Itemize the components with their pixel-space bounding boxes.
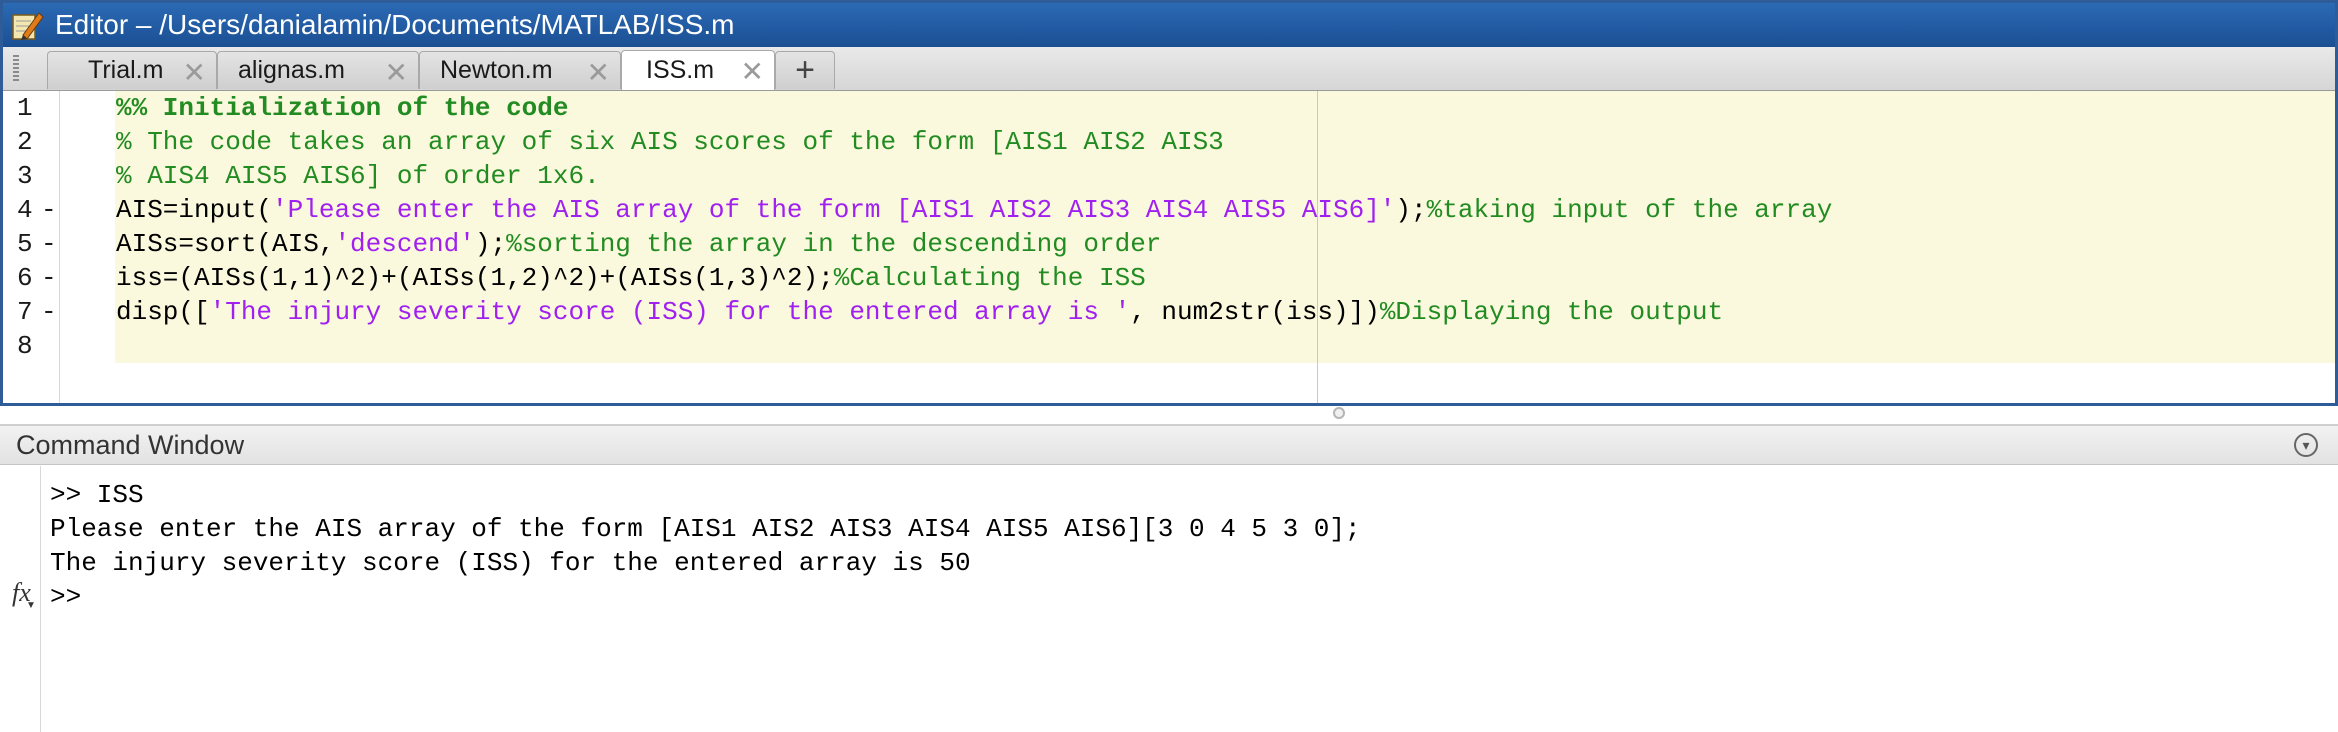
- tab-label: Newton.m: [440, 56, 553, 84]
- code-line[interactable]: 1 %% Initialization of the code: [3, 91, 2333, 125]
- close-icon[interactable]: ✕: [587, 56, 610, 89]
- editor-tab-bar: Trial.m ✕ alignas.m ✕ Newton.m ✕ ISS.m ✕…: [3, 47, 2335, 91]
- code-text: AIS=input('Please enter the AIS array of…: [116, 193, 1832, 227]
- code-text: % The code takes an array of six AIS sco…: [116, 125, 1224, 159]
- tab-iss[interactable]: ISS.m ✕: [621, 50, 775, 90]
- line-number: 3: [17, 161, 33, 191]
- tab-newton[interactable]: Newton.m ✕: [419, 51, 621, 89]
- code-text: %% Initialization of the code: [116, 91, 568, 125]
- code-token-str: 'The injury severity score (ISS) for the…: [209, 297, 1131, 327]
- code-token-comment: %sorting the array in the descending ord…: [506, 229, 1162, 259]
- code-line[interactable]: 6- iss=(AISs(1,1)^2)+(AISs(1,2)^2)+(AISs(…: [3, 261, 2333, 295]
- command-output-line: >> ISS: [50, 480, 144, 510]
- function-browser-icon[interactable]: fx ▼: [12, 578, 36, 611]
- command-window-header[interactable]: Command Window ▾: [0, 426, 2338, 465]
- editor-pencil-icon: [9, 8, 47, 42]
- code-line[interactable]: 4- AIS=input('Please enter the AIS array …: [3, 193, 2333, 227]
- code-token-str: 'Please enter the AIS array of the form …: [272, 195, 1396, 225]
- tab-label: alignas.m: [238, 56, 345, 84]
- code-text: AISs=sort(AIS,'descend');%sorting the ar…: [116, 227, 1161, 261]
- code-area[interactable]: 1 %% Initialization of the code 2 % The cod…: [3, 91, 2335, 403]
- add-tab-button[interactable]: +: [775, 51, 835, 89]
- command-window[interactable]: Command Window ▾ fx ▼ >> ISS Please enter…: [0, 424, 2338, 732]
- line-number: 8: [17, 331, 33, 361]
- code-token-code: AISs=sort(AIS,: [116, 229, 335, 259]
- editor-window: Editor – /Users/danialamin/Documents/MAT…: [0, 0, 2338, 406]
- line-number: 5: [17, 229, 33, 259]
- code-token-comment: %Calculating the ISS: [833, 263, 1146, 293]
- code-text: % AIS4 AIS5 AIS6] of order 1x6.: [116, 159, 600, 193]
- code-token-code: );: [1395, 195, 1427, 225]
- command-output-line: The injury severity score (ISS) for the …: [50, 548, 971, 578]
- tab-bar-grip[interactable]: [13, 55, 19, 83]
- tab-trial[interactable]: Trial.m ✕: [47, 51, 217, 89]
- breakpoint-marker[interactable]: -: [41, 261, 57, 295]
- code-token-code: iss=(AISs(1,1)^2)+(AISs(1,2)^2)+(AISs(1,…: [116, 263, 834, 293]
- tab-alignas[interactable]: alignas.m ✕: [217, 51, 419, 89]
- code-token-code: disp([: [116, 297, 210, 327]
- split-handle[interactable]: [1333, 407, 1345, 419]
- breakpoint-marker[interactable]: -: [41, 227, 57, 261]
- code-text: iss=(AISs(1,1)^2)+(AISs(1,2)^2)+(AISs(1,…: [116, 261, 1146, 295]
- code-line[interactable]: 2 % The code takes an array of six AIS sc…: [3, 125, 2333, 159]
- line-number: 6: [17, 263, 33, 293]
- code-token-code: , num2str(iss)]): [1130, 297, 1380, 327]
- plus-icon: +: [795, 51, 815, 89]
- code-token-comment: % AIS4 AIS5 AIS6] of order 1x6.: [116, 161, 600, 191]
- close-icon[interactable]: ✕: [741, 55, 764, 88]
- chevron-down-icon[interactable]: ▾: [2294, 433, 2318, 457]
- code-token-str: 'descend': [334, 229, 475, 259]
- code-line[interactable]: 8: [3, 329, 2333, 363]
- code-line[interactable]: 7- disp(['The injury severity score (ISS)…: [3, 295, 2333, 329]
- close-icon[interactable]: ✕: [385, 56, 408, 89]
- code-token-code: );: [474, 229, 507, 259]
- code-line[interactable]: 3 % AIS4 AIS5 AIS6] of order 1x6.: [3, 159, 2333, 193]
- code-token-cell: %% Initialization of the code: [116, 93, 569, 123]
- line-number: 2: [17, 127, 33, 157]
- close-icon[interactable]: ✕: [183, 56, 206, 89]
- code-text: disp(['The injury severity score (ISS) f…: [116, 295, 1723, 329]
- editor-title: Editor – /Users/danialamin/Documents/MAT…: [55, 9, 735, 40]
- code-token-comment: % The code takes an array of six AIS sco…: [116, 127, 1224, 157]
- code-token-comment: %Displaying the output: [1379, 297, 1724, 327]
- editor-title-bar[interactable]: Editor – /Users/danialamin/Documents/MAT…: [3, 3, 2335, 47]
- tab-label: Trial.m: [88, 56, 164, 84]
- command-output-line: Please enter the AIS array of the form […: [50, 514, 1361, 544]
- code-token-code: AIS=input(: [116, 195, 273, 225]
- command-window-title: Command Window: [16, 430, 245, 460]
- tab-label: ISS.m: [646, 56, 715, 84]
- command-prompt[interactable]: >>: [50, 580, 97, 614]
- breakpoint-marker[interactable]: -: [41, 193, 57, 227]
- code-token-comment: %taking input of the array: [1426, 195, 1833, 225]
- line-number: 4: [17, 195, 33, 225]
- code-line[interactable]: 5- AISs=sort(AIS,'descend');%sorting the …: [3, 227, 2333, 261]
- line-number: 7: [17, 297, 33, 327]
- line-number: 1: [17, 93, 33, 123]
- breakpoint-marker[interactable]: -: [41, 295, 57, 329]
